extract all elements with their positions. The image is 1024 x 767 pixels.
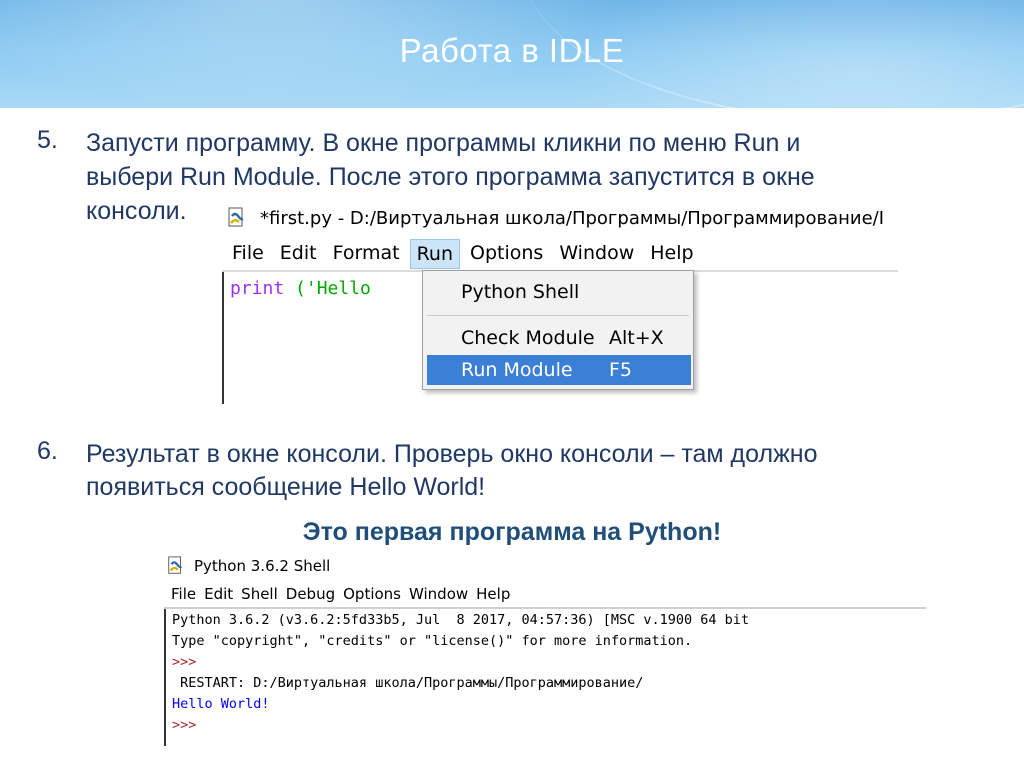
shell-prompt: >>> [172, 717, 197, 733]
step-number: 6. [37, 437, 58, 465]
shell-line-restart: RESTART: D:/Виртуальная школа/Программы/… [172, 675, 644, 691]
step-6-line-1: Результат в окне консоли. Проверь окно к… [86, 440, 818, 468]
menu-help[interactable]: Help [644, 239, 699, 269]
menu-file[interactable]: File [226, 239, 270, 269]
shell-menubar: File Edit Shell Debug Options Window Hel… [166, 583, 514, 607]
step-number: 5. [37, 126, 58, 154]
step-5-line-3: консоли. [86, 197, 187, 225]
python-shell-label: Python Shell [461, 281, 580, 303]
editor-left-border [222, 272, 224, 404]
menu-help[interactable]: Help [472, 583, 514, 607]
menu-debug[interactable]: Debug [282, 583, 339, 607]
slide-title: Работа в IDLE [399, 32, 625, 69]
editor-titlebar: *first.py - D:/Виртуальная школа/Програм… [226, 204, 884, 232]
editor-window-title: *first.py - D:/Виртуальная школа/Програм… [260, 207, 885, 229]
step-6-line-2: появиться сообщение Hello World! [86, 473, 486, 501]
menu-window[interactable]: Window [553, 239, 640, 269]
menu-options[interactable]: Options [464, 239, 549, 269]
menu-file[interactable]: File [166, 583, 200, 607]
python-file-icon [226, 207, 248, 229]
menu-item-check-module[interactable]: Check Module Alt+X [423, 323, 693, 353]
shell-line-version: Python 3.6.2 (v3.6.2:5fd33b5, Jul 8 2017… [172, 612, 750, 628]
shell-titlebar: Python 3.6.2 Shell [166, 554, 330, 578]
shell-window-title: Python 3.6.2 Shell [194, 557, 331, 575]
menu-item-python-shell[interactable]: Python Shell [423, 277, 693, 307]
menu-shell[interactable]: Shell [237, 583, 282, 607]
menu-item-run-module[interactable]: Run Module F5 [427, 355, 691, 385]
menu-edit[interactable]: Edit [274, 239, 323, 269]
check-module-label: Check Module [461, 327, 595, 349]
idle-editor-window: *first.py - D:/Виртуальная школа/Програм… [222, 200, 902, 404]
menu-edit[interactable]: Edit [200, 583, 237, 607]
shell-output-area[interactable]: Python 3.6.2 (v3.6.2:5fd33b5, Jul 8 2017… [172, 612, 922, 742]
shell-line-output: Hello World! [172, 696, 270, 712]
editor-menubar: File Edit Format Run Options Window Help [226, 239, 700, 269]
shell-line-info: Type "copyright", "credits" or "license(… [172, 633, 693, 649]
menu-options[interactable]: Options [339, 583, 405, 607]
python-shell-window: Python 3.6.2 Shell File Edit Shell Debug… [164, 552, 926, 746]
run-menu-dropdown: Python Shell Check Module Alt+X Run Modu… [422, 270, 694, 390]
shell-prompt: >>> [172, 654, 197, 670]
step-5-line-2: выбери Run Module. После этого программа… [86, 163, 815, 191]
menu-format[interactable]: Format [327, 239, 406, 269]
shell-left-border [164, 609, 166, 746]
python-shell-icon [166, 556, 186, 576]
menu-run[interactable]: Run [409, 239, 460, 269]
run-module-label: Run Module [461, 359, 573, 381]
menu-window[interactable]: Window [405, 583, 472, 607]
menubar-divider [164, 607, 926, 609]
menu-separator [427, 315, 689, 316]
title-banner: Работа в IDLE [0, 0, 1024, 108]
check-module-shortcut: Alt+X [609, 327, 664, 349]
step-5-line-1: Запусти программу. В окне программы клик… [86, 129, 801, 157]
editor-code-line[interactable]: print ('Hello [230, 278, 371, 299]
caption: Это первая программа на Python! [302, 518, 722, 546]
code-string: ('Hello [284, 278, 371, 299]
code-keyword: print [230, 278, 285, 299]
run-module-shortcut: F5 [609, 359, 633, 381]
